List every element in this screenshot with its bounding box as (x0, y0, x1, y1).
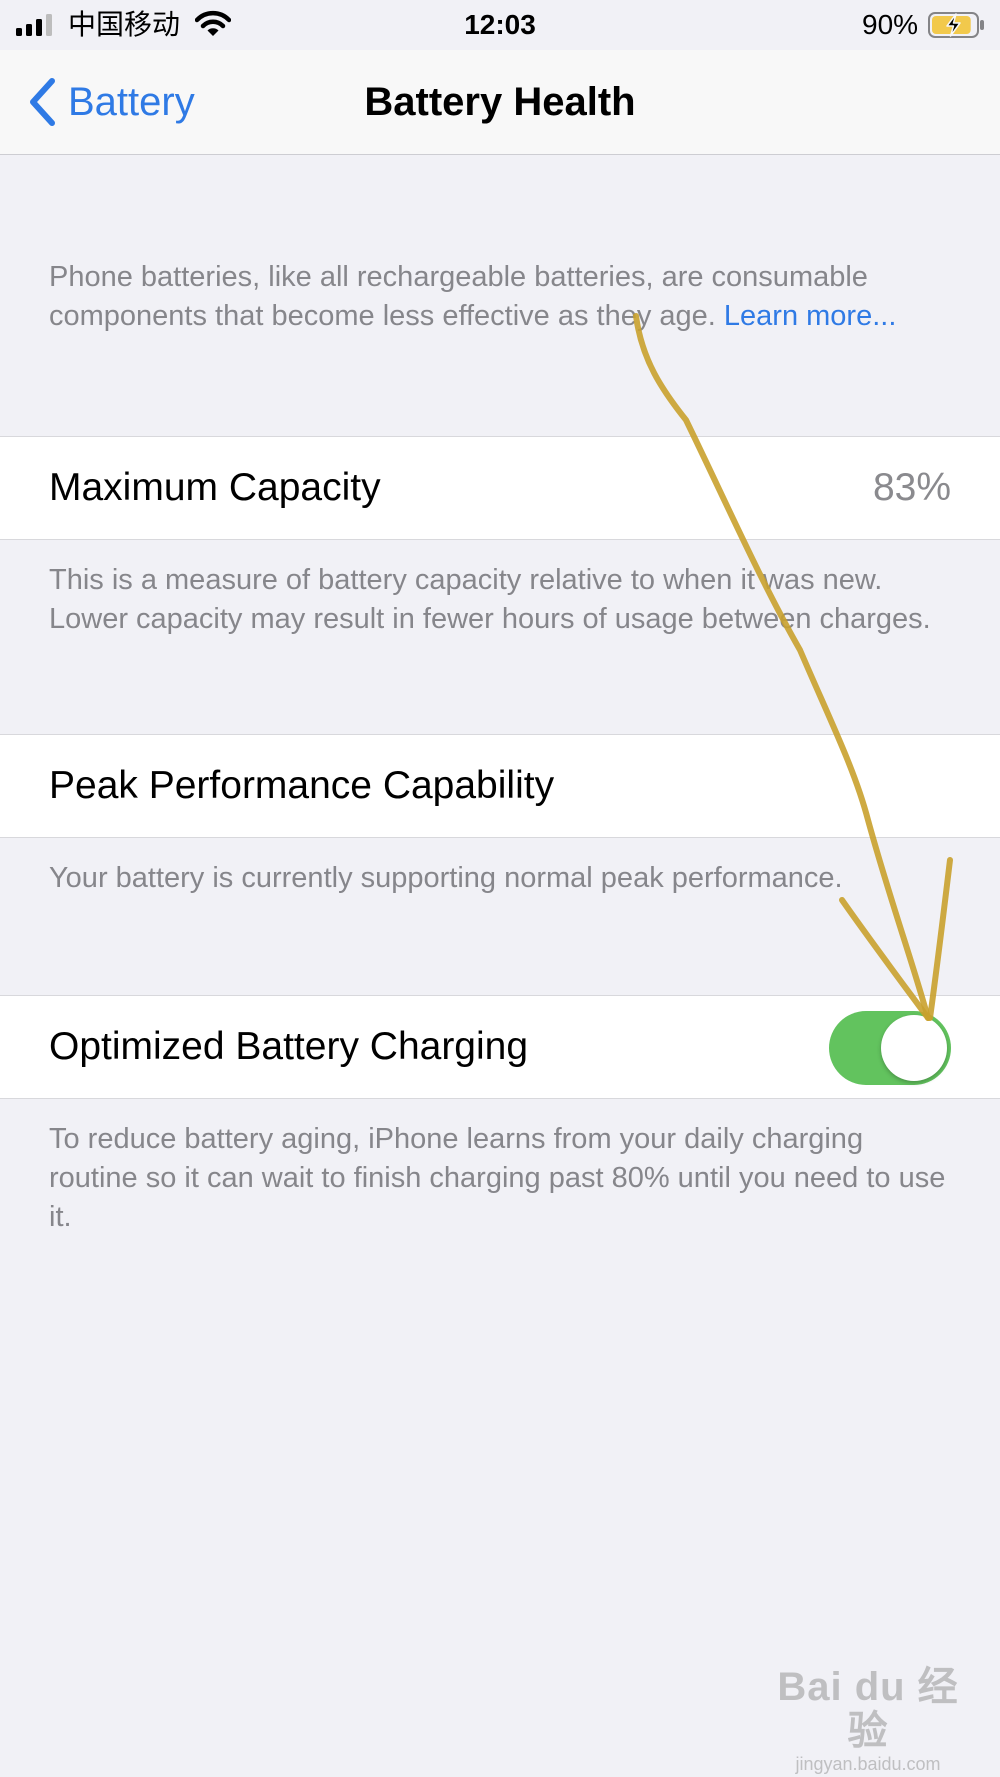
peak-performance-description: Your battery is currently supporting nor… (49, 862, 843, 894)
learn-more-link[interactable]: Learn more... (724, 300, 896, 332)
page-title: Battery Health (364, 80, 636, 124)
peak-performance-row: Peak Performance Capability (0, 734, 1000, 838)
optimized-charging-label: Optimized Battery Charging (49, 1025, 529, 1068)
intro-description: Phone batteries, like all rechargeable b… (49, 258, 949, 336)
max-capacity-label: Maximum Capacity (49, 466, 381, 509)
arrow-shaft (633, 313, 931, 1021)
max-capacity-value: 83% (872, 466, 951, 509)
toggle-knob (881, 1015, 947, 1081)
watermark: Bai du 经验 jingyan.baidu.com (768, 1665, 968, 1775)
battery-percent: 90% (862, 9, 919, 40)
watermark-url: jingyan.baidu.com (795, 1754, 941, 1774)
nav-bar: Battery Battery Health (0, 50, 1000, 155)
peak-performance-label: Peak Performance Capability (49, 764, 555, 807)
optimized-charging-description: To reduce battery aging, iPhone learns f… (49, 1123, 946, 1233)
watermark-logo: Bai du 经验 (777, 1665, 959, 1753)
status-time: 12:03 (464, 9, 536, 40)
status-bar: 中国移动 12:03 90% (0, 0, 1000, 50)
optimized-charging-toggle[interactable] (829, 1011, 951, 1085)
max-capacity-row: Maximum Capacity 83% (0, 436, 1000, 540)
battery-charging-icon (928, 12, 984, 38)
max-capacity-description: This is a measure of battery capacity re… (49, 564, 931, 635)
optimized-charging-row: Optimized Battery Charging (0, 995, 1000, 1099)
